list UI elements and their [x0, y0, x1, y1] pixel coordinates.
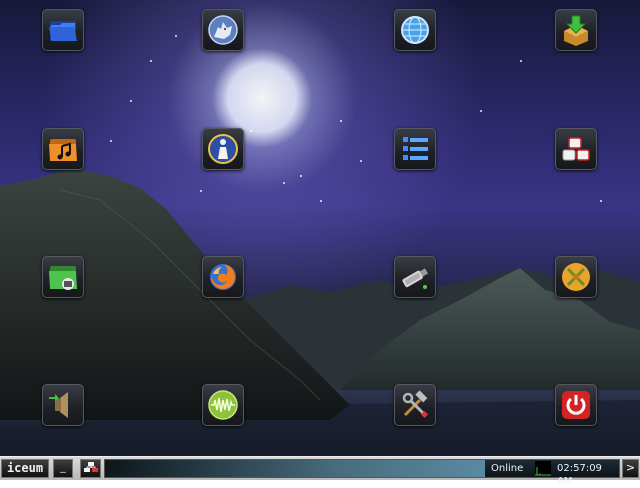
taskbar: iceum _ Online 02:57:09 AM >	[0, 456, 640, 487]
network-folder-shortcut[interactable]	[42, 256, 84, 298]
volume-shortcut[interactable]	[42, 384, 84, 426]
music-folder-shortcut[interactable]	[42, 128, 84, 170]
keyboard-shortcut[interactable]	[555, 128, 597, 170]
list-view-shortcut[interactable]	[394, 128, 436, 170]
start-menu-button[interactable]: iceum	[1, 459, 49, 478]
music-folder-icon	[49, 139, 77, 161]
network-status-text: Online	[491, 463, 524, 474]
desktop	[0, 0, 640, 456]
list-view-icon	[403, 137, 428, 160]
keyboard-keys-icon	[562, 137, 590, 161]
task-list: Online 02:57:09 AM	[104, 459, 620, 487]
wolf-icon	[208, 15, 238, 45]
hammer-wrench-icon	[402, 390, 429, 419]
wolf-app-shortcut[interactable]	[202, 9, 244, 51]
firefox-shortcut[interactable]	[202, 256, 244, 298]
speaker-volume-icon	[49, 392, 68, 418]
power-icon	[562, 391, 590, 419]
globe-browser-icon	[401, 16, 429, 44]
usb-drive-shortcut[interactable]	[394, 256, 436, 298]
audio-wave-icon	[208, 390, 238, 420]
browser-shortcut[interactable]	[394, 9, 436, 51]
usb-drive-icon	[402, 268, 429, 289]
person-info-shortcut[interactable]	[202, 128, 244, 170]
download-shortcut[interactable]	[555, 9, 597, 51]
download-box-icon	[564, 15, 588, 46]
window-list-button[interactable]	[80, 459, 101, 478]
task-list-background	[105, 460, 485, 477]
audio-wave-shortcut[interactable]	[202, 384, 244, 426]
tray-expand-button[interactable]: >	[622, 459, 639, 478]
folder-shortcut[interactable]	[42, 9, 84, 51]
firefox-icon	[210, 264, 236, 290]
show-desktop-button[interactable]: _	[53, 459, 73, 478]
tools-shortcut[interactable]	[555, 256, 597, 298]
person-info-icon	[208, 134, 238, 164]
power-shortcut[interactable]	[555, 384, 597, 426]
network-monitor-icon[interactable]	[535, 461, 551, 476]
network-folder-icon	[49, 266, 77, 290]
window-list-icon	[84, 462, 98, 472]
tools-cross-icon	[562, 263, 590, 291]
folder-icon	[49, 21, 77, 41]
settings-tools-shortcut[interactable]	[394, 384, 436, 426]
mountain-landscape	[0, 168, 640, 456]
clock[interactable]: 02:57:09 AM	[557, 462, 619, 488]
